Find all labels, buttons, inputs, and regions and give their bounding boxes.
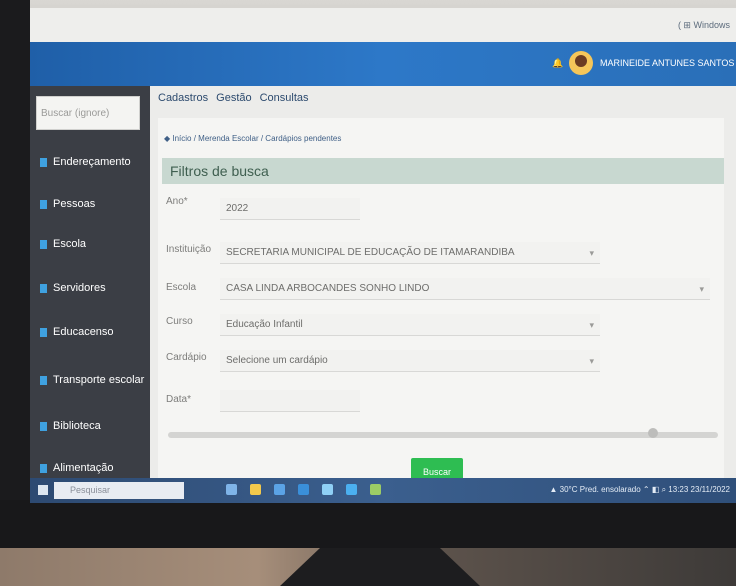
filter-panel: ◆ Início / Merenda Escolar / Cardápios p… bbox=[158, 118, 724, 486]
user-avatar[interactable] bbox=[569, 51, 593, 75]
sidebar-item-label: Educacenso bbox=[53, 326, 114, 338]
menu-consultas[interactable]: Consultas bbox=[260, 92, 309, 104]
menu-value: Selecione um cardápio bbox=[226, 355, 328, 366]
school-label: Escola bbox=[166, 282, 197, 293]
food-icon bbox=[40, 463, 47, 473]
institution-select[interactable]: SECRETARIA MUNICIPAL DE EDUCAÇÃO DE ITAM… bbox=[220, 242, 600, 264]
browser-tab-hint[interactable]: ( ⊞ Windows bbox=[678, 20, 730, 31]
course-value: Educação Infantil bbox=[226, 319, 303, 330]
browser-toolbar: ( ⊞ Windows bbox=[30, 8, 736, 42]
institution-label: Instituição bbox=[166, 244, 212, 255]
notification-bell-icon[interactable]: 🔔 bbox=[552, 59, 563, 68]
sidebar-item-educacenso[interactable]: Educacenso bbox=[40, 326, 114, 338]
bus-icon bbox=[40, 375, 47, 385]
book-icon bbox=[40, 421, 47, 431]
sidebar-item-transporte-escolar[interactable]: Transporte escolar bbox=[40, 374, 144, 386]
sidebar-item-label: Endereçamento bbox=[53, 156, 131, 168]
taskbar-search-input[interactable]: Pesquisar bbox=[54, 482, 184, 499]
institution-value: SECRETARIA MUNICIPAL DE EDUCAÇÃO DE ITAM… bbox=[226, 247, 515, 258]
date-label: Data* bbox=[166, 394, 192, 405]
school-select[interactable]: CASA LINDA ARBOCANDES SONHO LINDO ▾ bbox=[220, 278, 710, 300]
course-select[interactable]: Educação Infantil ▾ bbox=[220, 314, 600, 336]
monitor-screen: ( ⊞ Windows 🔔 MARINEIDE ANTUNES SANTOS ▾… bbox=[30, 8, 736, 503]
sidebar-item-label: Alimentação bbox=[53, 462, 114, 474]
school-value: CASA LINDA ARBOCANDES SONHO LINDO bbox=[226, 283, 430, 294]
sidebar-item-enderecamento[interactable]: Endereçamento bbox=[40, 156, 131, 168]
windows-taskbar: Pesquisar ▲ 30°C Pred. ensolarado ⌃ ◧ ⌕ … bbox=[30, 478, 736, 503]
school-icon bbox=[40, 239, 47, 249]
sidebar-item-label: Transporte escolar bbox=[53, 374, 145, 386]
user-menu[interactable]: MARINEIDE ANTUNES SANTOS ▾ bbox=[600, 58, 736, 69]
app-header: 🔔 MARINEIDE ANTUNES SANTOS ▾ bbox=[30, 42, 736, 86]
date-field[interactable] bbox=[220, 390, 360, 412]
person-icon bbox=[40, 199, 47, 209]
chart-icon bbox=[40, 327, 47, 337]
sidebar-item-label: Biblioteca bbox=[53, 420, 101, 432]
horizontal-scrollbar[interactable] bbox=[168, 432, 718, 438]
app-icon[interactable] bbox=[370, 484, 381, 495]
menu-select[interactable]: Selecione um cardápio ▾ bbox=[220, 350, 600, 372]
store-icon[interactable] bbox=[322, 484, 333, 495]
filter-section-title: Filtros de busca bbox=[162, 158, 724, 184]
year-label: Ano* bbox=[166, 196, 188, 207]
chevron-down-icon: ▾ bbox=[589, 356, 594, 366]
menu-label: Cardápio bbox=[166, 352, 207, 363]
chevron-down-icon: ▾ bbox=[589, 320, 594, 330]
map-icon bbox=[40, 157, 47, 167]
file-explorer-icon[interactable] bbox=[250, 484, 261, 495]
sidebar-item-label: Escola bbox=[53, 238, 87, 250]
menu-gestao[interactable]: Gestão bbox=[216, 92, 251, 104]
sidebar-item-label: Pessoas bbox=[53, 198, 96, 210]
sidebar-item-servidores[interactable]: Servidores bbox=[40, 282, 106, 294]
sidebar-item-escola[interactable]: Escola bbox=[40, 238, 86, 250]
year-value: 2022 bbox=[226, 203, 249, 214]
breadcrumb[interactable]: ◆ Início / Merenda Escolar / Cardápios p… bbox=[164, 134, 341, 143]
course-label: Curso bbox=[166, 316, 193, 327]
sidebar-search-input[interactable]: Buscar (ignore) bbox=[36, 96, 140, 130]
chevron-down-icon: ▾ bbox=[699, 284, 704, 294]
sidebar-item-biblioteca[interactable]: Biblioteca bbox=[40, 420, 101, 432]
task-view-icon[interactable] bbox=[226, 484, 237, 495]
staff-icon bbox=[40, 283, 47, 293]
monitor-bezel-left bbox=[0, 0, 30, 520]
sidebar-item-label: Servidores bbox=[53, 282, 106, 294]
mail-icon[interactable] bbox=[298, 484, 309, 495]
main-content: Cadastros Gestão Consultas ◆ Início / Me… bbox=[150, 86, 736, 486]
system-tray[interactable]: ▲ 30°C Pred. ensolarado ⌃ ◧ ⌕ 13:23 23/1… bbox=[550, 485, 731, 495]
sidebar: Buscar (ignore) Endereçamento Pessoas Es… bbox=[30, 86, 150, 486]
edge-browser-icon[interactable] bbox=[274, 484, 285, 495]
top-menu: Cadastros Gestão Consultas bbox=[158, 92, 309, 104]
year-field[interactable]: 2022 bbox=[220, 198, 360, 220]
sidebar-item-alimentacao[interactable]: Alimentação bbox=[40, 462, 114, 474]
chevron-down-icon: ▾ bbox=[589, 248, 594, 258]
sidebar-item-pessoas[interactable]: Pessoas bbox=[40, 198, 95, 210]
scrollbar-thumb[interactable] bbox=[648, 428, 658, 438]
monitor-bezel-bottom bbox=[0, 500, 736, 555]
menu-cadastros[interactable]: Cadastros bbox=[158, 92, 208, 104]
windows-start-icon[interactable] bbox=[38, 485, 48, 495]
chrome-browser-icon[interactable] bbox=[346, 484, 357, 495]
